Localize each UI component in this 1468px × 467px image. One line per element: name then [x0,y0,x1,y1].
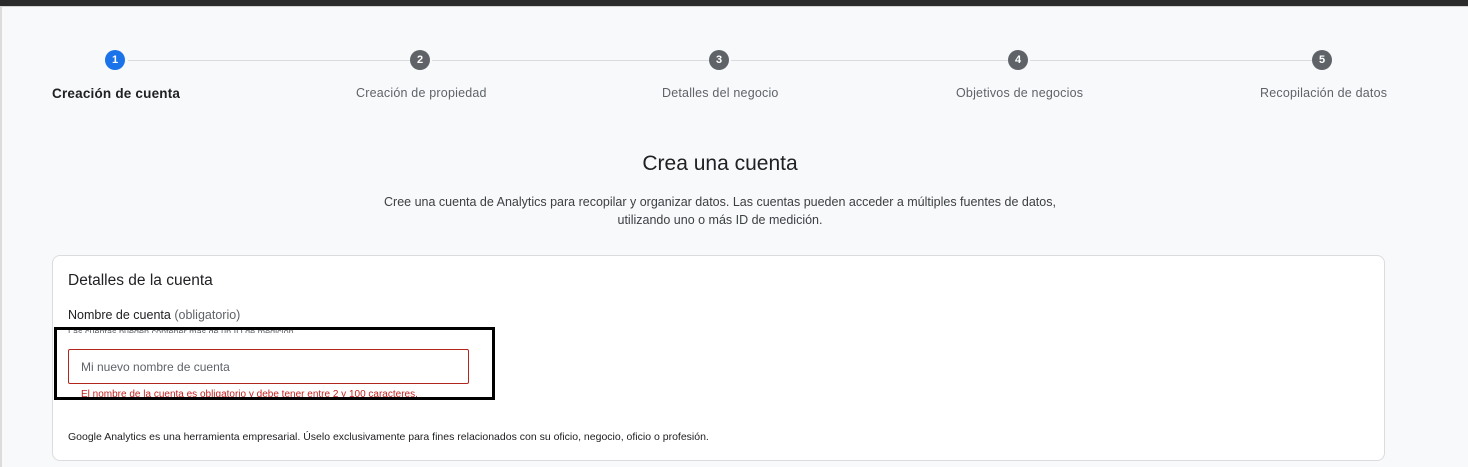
step-3-indicator: 3 [709,50,729,70]
account-name-error: El nombre de la cuenta es obligatorio y … [81,389,418,400]
usage-disclaimer: Google Analytics es una herramienta empr… [68,431,709,443]
page-title: Crea una cuenta [642,152,798,175]
stepper: 1 2 3 4 5 Creación de cuenta Creación de… [2,7,1468,127]
page: 1 2 3 4 5 Creación de cuenta Creación de… [0,6,1468,467]
page-subtitle: Cree una cuenta de Analytics para recopi… [384,195,1056,227]
step-3-label: Detalles del negocio [662,86,779,100]
card-title: Detalles de la cuenta [68,272,213,289]
account-name-label-text: Nombre de cuenta [68,308,171,322]
step-4-indicator: 4 [1008,50,1028,70]
step-connector [128,60,410,61]
step-5-indicator: 5 [1312,50,1332,70]
step-connector [1030,60,1312,61]
step-2-label: Creación de propiedad [356,86,487,100]
step-connector [432,60,709,61]
step-2-indicator: 2 [410,50,430,70]
required-marker: (obligatorio) [174,308,241,322]
step-1-label: Creación de cuenta [52,86,181,101]
account-details-card: Detalles de la cuenta Nombre de cuenta (… [52,255,1385,461]
account-name-hint: Las cuentas pueden contener más de un ID… [68,327,297,333]
step-5-label: Recopilación de datos [1260,86,1388,100]
account-name-input[interactable] [68,349,469,384]
step-connector [731,60,1008,61]
step-1-indicator: 1 [105,50,125,70]
account-name-label: Nombre de cuenta (obligatorio) [68,308,240,322]
step-4-label: Objetivos de negocios [956,86,1084,100]
